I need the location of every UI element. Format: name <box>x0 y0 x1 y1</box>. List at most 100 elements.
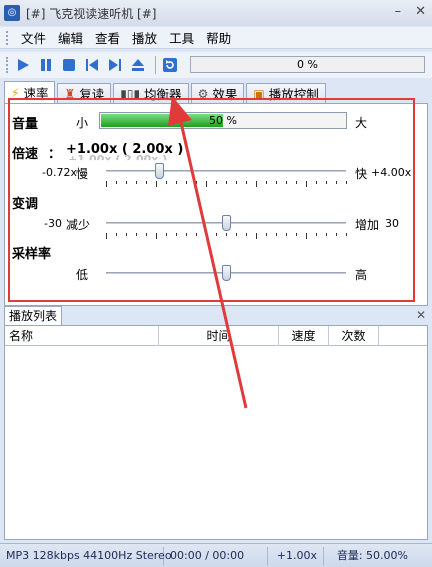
menu-help[interactable]: 帮助 <box>200 28 237 47</box>
menu-edit[interactable]: 编辑 <box>52 28 89 47</box>
slider-tick <box>226 233 227 236</box>
toolbar-separator <box>155 56 156 74</box>
speed-slider-thumb[interactable] <box>155 163 164 179</box>
next-button[interactable] <box>105 55 125 75</box>
tab-effects-label: 效果 <box>212 87 238 102</box>
status-format: MP3 128kbps 44100Hz Stereo <box>0 546 172 565</box>
play-button[interactable] <box>13 55 33 75</box>
slider-tick <box>106 233 107 239</box>
eject-button[interactable] <box>128 55 148 75</box>
eject-icon <box>132 59 144 71</box>
slider-tick <box>136 233 137 236</box>
playlist-table: 名称 时间 速度 次数 <box>4 325 428 540</box>
lightning-icon: ⚡ <box>11 85 20 100</box>
playlist-panel: 播放列表 ✕ 名称 时间 速度 次数 <box>4 306 428 540</box>
playback-control-icon: ▣ <box>253 86 265 101</box>
pitch-max-label: 增加 <box>355 218 380 232</box>
app-icon: ◎ <box>4 5 20 21</box>
slider-tick <box>256 181 257 187</box>
pitch-slider-thumb[interactable] <box>222 215 231 231</box>
slider-tick <box>216 181 217 184</box>
tab-repeat[interactable]: ♜ 复读 <box>57 83 112 103</box>
minimize-button[interactable]: – <box>395 4 402 19</box>
pause-button[interactable] <box>36 55 56 75</box>
slider-tick <box>286 233 287 236</box>
slider-tick <box>316 181 317 184</box>
slider-tick <box>176 233 177 236</box>
slider-tick <box>206 181 207 187</box>
tab-playback-control-label: 播放控制 <box>268 87 319 102</box>
tab-playback-control[interactable]: ▣ 播放控制 <box>246 83 326 103</box>
tab-repeat-label: 复读 <box>79 87 105 102</box>
slider-tick <box>216 233 217 236</box>
pitch-min-label: 减少 <box>66 218 91 232</box>
slider-tick <box>186 233 187 236</box>
window-title: [#] 飞克视读速听机 [#] <box>26 6 157 21</box>
slider-tick <box>346 233 347 236</box>
pitch-label: 变调 <box>12 197 39 212</box>
speed-slider-track[interactable] <box>106 170 346 172</box>
equalizer-icon: ▮▯▮ <box>120 86 141 101</box>
slider-tick <box>326 233 327 236</box>
slider-tick <box>206 233 207 239</box>
slider-tick <box>296 181 297 184</box>
slider-tick <box>326 181 327 184</box>
toolbar: 0 % <box>0 52 432 78</box>
playlist-close-button[interactable]: ✕ <box>416 308 426 322</box>
menu-file[interactable]: 文件 <box>15 28 52 47</box>
slider-tick <box>276 233 277 236</box>
slider-tick <box>196 233 197 236</box>
tab-speed[interactable]: ⚡ 速率 <box>4 81 56 103</box>
skip-forward-icon <box>109 59 121 71</box>
status-speed: +1.00x <box>268 546 324 565</box>
gear-icon: ⚙ <box>197 86 209 101</box>
slider-tick <box>246 233 247 236</box>
previous-button[interactable] <box>82 55 102 75</box>
tab-equalizer[interactable]: ▮▯▮ 均衡器 <box>113 83 189 103</box>
slider-tick <box>156 233 157 239</box>
pitch-slider-ticks <box>106 233 347 239</box>
playlist-tab[interactable]: 播放列表 <box>4 306 62 325</box>
sample-rate-slider-thumb[interactable] <box>222 265 231 281</box>
sample-rate-max-label: 高 <box>355 268 368 282</box>
column-count[interactable]: 次数 <box>329 326 379 346</box>
skip-back-icon <box>86 59 98 71</box>
slider-tick <box>256 233 257 239</box>
slider-tick <box>156 181 157 187</box>
menu-grip <box>6 30 9 45</box>
slider-tick <box>106 181 107 187</box>
slider-tick <box>126 181 127 184</box>
sample-rate-min-label: 低 <box>76 268 89 282</box>
slider-tick <box>166 233 167 236</box>
slider-tick <box>296 233 297 236</box>
column-name[interactable]: 名称 <box>5 326 159 346</box>
volume-label: 音量 <box>12 117 39 132</box>
slider-tick <box>116 181 117 184</box>
slider-tick <box>316 233 317 236</box>
refresh-button[interactable] <box>160 55 180 75</box>
slider-tick <box>126 233 127 236</box>
status-time: 00:00 / 00:00 <box>164 546 268 565</box>
menu-tools[interactable]: 工具 <box>163 28 200 47</box>
tab-effects[interactable]: ⚙ 效果 <box>190 83 245 103</box>
menu-play[interactable]: 播放 <box>126 28 163 47</box>
slider-tick <box>236 181 237 184</box>
slider-tick <box>226 181 227 184</box>
play-icon <box>18 59 29 71</box>
volume-bar[interactable]: 50 % <box>99 112 347 129</box>
slider-tick <box>116 233 117 236</box>
volume-value: 50 % <box>209 114 237 127</box>
stop-button[interactable] <box>59 55 79 75</box>
speed-min-value: -0.72x <box>42 166 77 179</box>
slider-tick <box>336 233 337 236</box>
pitch-max-value: 30 <box>385 217 399 230</box>
menu-view[interactable]: 查看 <box>89 28 126 47</box>
speed-colon: ： <box>48 147 62 162</box>
speed-min-label: 慢 <box>76 167 89 181</box>
column-time[interactable]: 时间 <box>159 326 279 346</box>
stop-icon <box>63 59 75 71</box>
close-button[interactable]: ✕ <box>415 4 426 19</box>
column-speed[interactable]: 速度 <box>279 326 329 346</box>
slider-tick <box>276 181 277 184</box>
pause-icon <box>41 59 51 71</box>
